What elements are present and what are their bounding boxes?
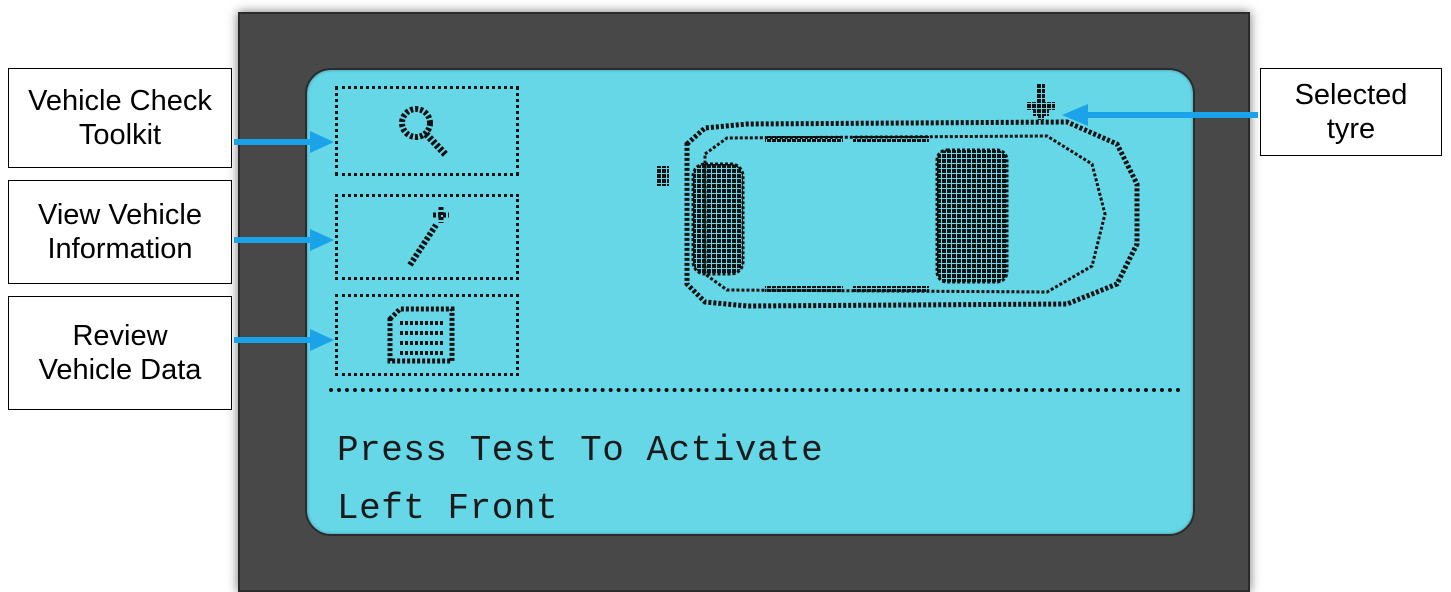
arrow-pointer-icon [234,131,334,153]
callout-selected-tyre: Selected tyre [1260,68,1442,156]
selected-tyre-marker [1027,84,1055,120]
document-list-icon [387,306,455,364]
callout-vehicle-check-toolkit: Vehicle Check Toolkit [8,68,232,168]
vehicle-check-toolkit-button[interactable] [335,86,519,176]
wand-icon [407,207,449,267]
arrow-pointer-icon [1062,104,1258,126]
callout-view-vehicle-information: View Vehicle Information [8,180,232,284]
review-vehicle-data-button[interactable] [335,294,519,376]
lcd-screen: Press Test To Activate Left Front [305,68,1195,536]
arrow-pointer-icon [234,229,334,251]
view-vehicle-information-button[interactable] [335,194,519,280]
status-line-2: Left Front [337,488,559,529]
callout-review-vehicle-data: Review Vehicle Data [8,296,232,410]
callout-text: View Vehicle Information [38,199,202,265]
status-line-1: Press Test To Activate [337,430,824,471]
magnifier-icon [399,106,449,158]
callout-text: Vehicle Check Toolkit [28,85,212,151]
callout-text: Review Vehicle Data [38,320,202,386]
arrow-pointer-icon [234,329,334,351]
callout-text: Selected tyre [1294,79,1408,145]
screen-divider [329,388,1181,392]
